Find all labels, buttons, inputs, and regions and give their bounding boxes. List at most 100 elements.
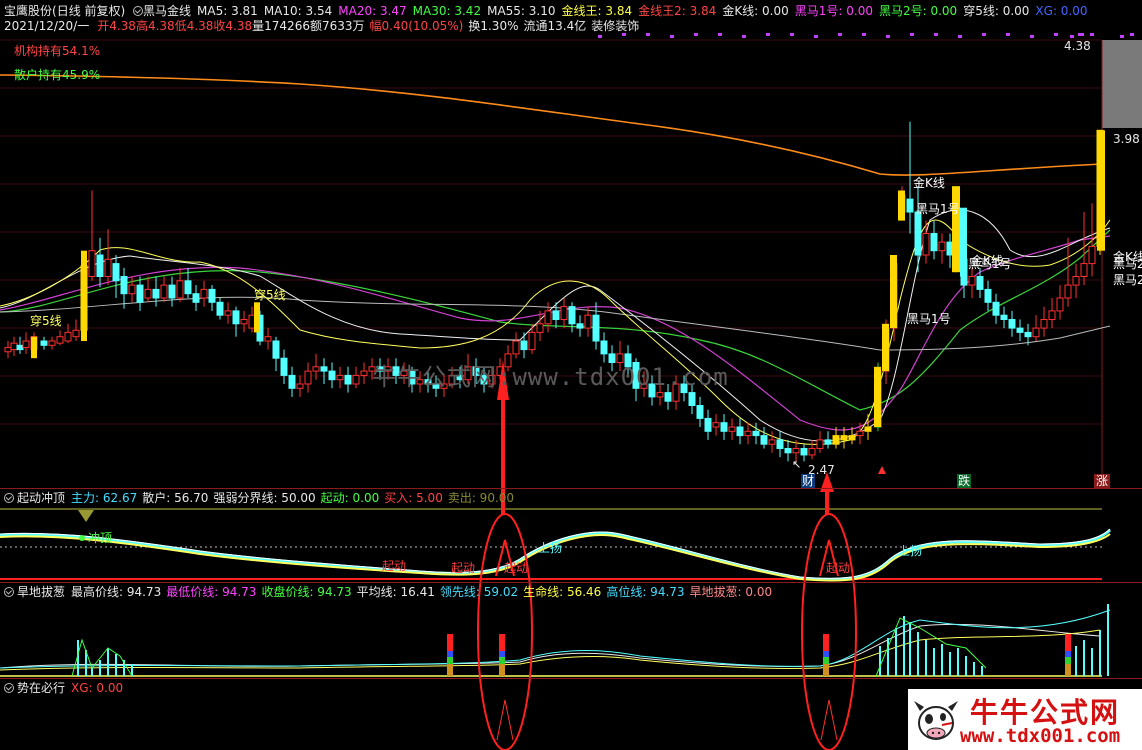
candle-body xyxy=(856,430,864,437)
candle xyxy=(112,255,120,298)
candle-body xyxy=(104,258,112,277)
candle-body xyxy=(968,276,976,286)
candle-body xyxy=(922,233,930,256)
candle xyxy=(696,396,704,427)
candle xyxy=(136,276,144,311)
candle xyxy=(4,341,12,359)
panel3-values: XG: 0.00 xyxy=(71,681,128,695)
panel1-title[interactable]: 起动冲顶 xyxy=(17,491,65,505)
candle-body xyxy=(1064,284,1072,299)
candle-body xyxy=(536,323,544,333)
candle xyxy=(336,366,344,389)
candle-body xyxy=(280,357,288,376)
candle xyxy=(736,418,744,445)
candle-body xyxy=(1000,314,1008,321)
panel1-toggle-icon[interactable] xyxy=(4,493,14,503)
candle-body xyxy=(864,426,872,432)
candle-body xyxy=(296,383,304,389)
candle-body xyxy=(152,288,160,299)
signal-bar-red xyxy=(499,634,505,651)
candle xyxy=(208,285,216,311)
signal-bar-green xyxy=(447,657,453,664)
candle xyxy=(1056,285,1064,320)
candle-body xyxy=(360,370,368,376)
candle xyxy=(200,280,208,307)
candle-body xyxy=(312,366,320,372)
candle-body xyxy=(1016,327,1024,333)
gold-bar xyxy=(81,250,87,341)
candle-body xyxy=(176,280,184,299)
candle xyxy=(280,349,288,384)
panel2-line-6: 高位线: 94.73 xyxy=(606,585,685,599)
panel3-title[interactable]: 势在必行 xyxy=(17,681,65,695)
panel3-toggle-icon[interactable] xyxy=(4,683,14,693)
panel-separator-3[interactable] xyxy=(0,678,1142,679)
candle-body xyxy=(48,340,56,346)
panel2-line-1: 最低价线: 94.73 xyxy=(166,585,257,599)
gold-bar xyxy=(874,366,881,427)
candle-body xyxy=(938,241,946,252)
candle-body xyxy=(160,284,168,299)
candle-body xyxy=(224,310,232,316)
price-scale-highlight xyxy=(1102,40,1142,128)
candle-body xyxy=(914,211,922,256)
candle xyxy=(914,186,922,273)
candle xyxy=(48,336,56,350)
candle xyxy=(992,293,1000,324)
candle xyxy=(10,336,18,357)
candle-body xyxy=(656,392,664,398)
gold-bar xyxy=(890,255,897,329)
candle-body xyxy=(592,314,600,342)
panel1-label: 起动 xyxy=(504,561,528,575)
panel1-label: 起动 xyxy=(382,559,406,573)
watermark: 牛牛公式网:www.tdx001.com xyxy=(372,363,729,391)
signal-bar-blue xyxy=(499,651,505,657)
candle-body xyxy=(232,310,240,325)
candle xyxy=(1008,310,1016,337)
panel1-label: 上扬 xyxy=(538,540,562,555)
candle xyxy=(824,431,832,449)
signal-bar-blue xyxy=(447,651,453,657)
panel2-toggle-icon[interactable] xyxy=(4,587,14,597)
candle xyxy=(224,302,232,324)
candle xyxy=(976,267,984,298)
signal-bar-green xyxy=(499,657,505,664)
candle-body xyxy=(1056,297,1064,312)
candle-body xyxy=(720,422,728,432)
candle xyxy=(232,306,240,337)
candle-body xyxy=(352,374,360,385)
candle-body xyxy=(272,340,280,359)
candle-body xyxy=(1040,319,1048,329)
candle xyxy=(296,375,304,397)
gold-bar xyxy=(898,190,905,221)
candle-body xyxy=(112,263,120,282)
chart-annotation: 金K线 xyxy=(1113,249,1142,264)
panel2-line-2: 收盘价线: 94.73 xyxy=(261,585,352,599)
candle-body xyxy=(768,439,776,445)
chart-annotation: 黑马1号 xyxy=(968,257,1012,271)
candle xyxy=(1032,315,1040,341)
candle xyxy=(120,267,128,309)
candle-body xyxy=(800,448,808,456)
candle xyxy=(1048,298,1056,329)
candle xyxy=(712,414,720,436)
cai-marker: 财 xyxy=(801,474,816,488)
candle-body xyxy=(712,422,720,428)
candlesticks[interactable] xyxy=(4,121,1105,462)
panel3-line-0: XG: 0.00 xyxy=(71,681,124,695)
candle-body xyxy=(304,370,312,385)
candle-body xyxy=(56,336,64,344)
candle xyxy=(728,418,736,440)
candle xyxy=(1040,306,1048,337)
panel1-label: 冲顶 xyxy=(88,530,112,545)
panel-separator-1[interactable] xyxy=(0,488,1142,489)
gold-bar xyxy=(254,302,260,333)
candle-body xyxy=(544,310,552,325)
candle-body xyxy=(664,392,672,402)
panel1-line-0: 主力: 62.67 xyxy=(71,491,138,505)
candle xyxy=(760,427,768,449)
candle xyxy=(264,328,272,350)
panel2-line-4: 领先线: 59.02 xyxy=(439,585,519,599)
panel2-title[interactable]: 旱地拔葱 xyxy=(17,585,65,599)
panel-separator-2[interactable] xyxy=(0,582,1142,583)
